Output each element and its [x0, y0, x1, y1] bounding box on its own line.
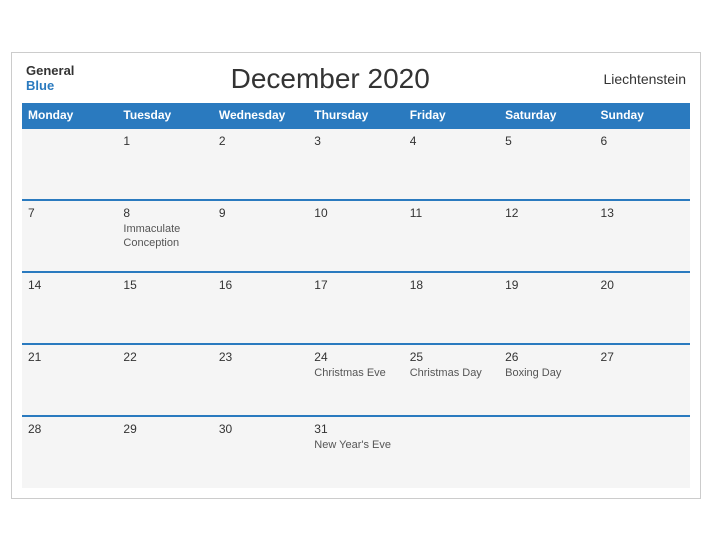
week-row-1: 123456: [22, 128, 690, 200]
day-number: 14: [28, 278, 111, 292]
calendar-cell: 13: [595, 200, 690, 272]
weekday-header-saturday: Saturday: [499, 103, 594, 128]
week-row-3: 14 15 16 17 18 19 20: [22, 272, 690, 344]
calendar-cell: 19: [499, 272, 594, 344]
calendar-cell: 17: [308, 272, 403, 344]
day-number: 25: [410, 350, 493, 364]
calendar-table: MondayTuesdayWednesdayThursdayFridaySatu…: [22, 103, 690, 488]
day-number: 3: [314, 134, 397, 148]
day-number: 24: [314, 350, 397, 364]
day-number: 6: [601, 134, 684, 148]
calendar-cell: 25 Christmas Day: [404, 344, 499, 416]
calendar-cell: 23: [213, 344, 308, 416]
day-number: 11: [410, 206, 493, 220]
day-number: 29: [123, 422, 206, 436]
week-row-4: 21 22 23 24 Christmas Eve 25 Christmas Day 26 Bo…: [22, 344, 690, 416]
calendar-cell: 21: [22, 344, 117, 416]
calendar-cell: 4: [404, 128, 499, 200]
calendar-cell: 16: [213, 272, 308, 344]
calendar-cell: 28: [22, 416, 117, 488]
calendar-cell: 20: [595, 272, 690, 344]
calendar-cell: 29: [117, 416, 212, 488]
day-number: 27: [601, 350, 684, 364]
calendar-cell: 2: [213, 128, 308, 200]
day-number: 21: [28, 350, 111, 364]
calendar-cell: 12: [499, 200, 594, 272]
week-row-2: 78 Immaculate Conception 9 10 11 12 13: [22, 200, 690, 272]
logo-blue-label: Blue: [26, 79, 54, 93]
day-number: 16: [219, 278, 302, 292]
calendar-cell: [595, 416, 690, 488]
calendar-cell: 6: [595, 128, 690, 200]
calendar-cell: 26 Boxing Day: [499, 344, 594, 416]
calendar-cell: 24 Christmas Eve: [308, 344, 403, 416]
calendar-cell: 15: [117, 272, 212, 344]
calendar-cell: 22: [117, 344, 212, 416]
calendar-cell: 7: [22, 200, 117, 272]
calendar-cell: 5: [499, 128, 594, 200]
day-number: 26: [505, 350, 588, 364]
calendar-cell: 3: [308, 128, 403, 200]
day-number: 1: [123, 134, 206, 148]
day-number: 23: [219, 350, 302, 364]
day-number: 28: [28, 422, 111, 436]
calendar-cell: 30: [213, 416, 308, 488]
calendar-cell: [404, 416, 499, 488]
day-number: 30: [219, 422, 302, 436]
calendar-cell: 31 New Year's Eve: [308, 416, 403, 488]
calendar-cell: 14: [22, 272, 117, 344]
weekday-header-thursday: Thursday: [308, 103, 403, 128]
weekday-header-monday: Monday: [22, 103, 117, 128]
weekday-header-tuesday: Tuesday: [117, 103, 212, 128]
calendar-cell: 27: [595, 344, 690, 416]
holiday-name: Christmas Day: [410, 366, 493, 380]
day-number: 5: [505, 134, 588, 148]
holiday-name: Christmas Eve: [314, 366, 397, 380]
calendar-cell: 10: [308, 200, 403, 272]
day-number: 13: [601, 206, 684, 220]
holiday-name: Boxing Day: [505, 366, 588, 380]
month-title: December 2020: [74, 63, 586, 95]
day-number: 22: [123, 350, 206, 364]
holiday-name: Immaculate Conception: [123, 222, 206, 251]
holiday-name: New Year's Eve: [314, 438, 397, 452]
day-number: 31: [314, 422, 397, 436]
day-number: 17: [314, 278, 397, 292]
day-number: 4: [410, 134, 493, 148]
calendar-header: General Blue December 2020 Liechtenstein: [22, 63, 690, 95]
day-number: 15: [123, 278, 206, 292]
logo-general-label: General: [26, 64, 74, 78]
country-label: Liechtenstein: [586, 71, 686, 87]
calendar-cell: 9: [213, 200, 308, 272]
calendar-cell: [499, 416, 594, 488]
day-number: 19: [505, 278, 588, 292]
header-row: MondayTuesdayWednesdayThursdayFridaySatu…: [22, 103, 690, 128]
day-number: 18: [410, 278, 493, 292]
day-number: 8: [123, 206, 206, 220]
calendar-cell: [22, 128, 117, 200]
day-number: 20: [601, 278, 684, 292]
day-number: 2: [219, 134, 302, 148]
weekday-header-wednesday: Wednesday: [213, 103, 308, 128]
weekday-header-friday: Friday: [404, 103, 499, 128]
day-number: 7: [28, 206, 111, 220]
day-number: 9: [219, 206, 302, 220]
calendar-cell: 18: [404, 272, 499, 344]
week-row-5: 28 29 30 31 New Year's Eve: [22, 416, 690, 488]
calendar-cell: 11: [404, 200, 499, 272]
calendar-wrapper: General Blue December 2020 Liechtenstein…: [11, 52, 701, 499]
logo-block: General Blue: [26, 64, 74, 93]
calendar-cell: 1: [117, 128, 212, 200]
weekday-header-sunday: Sunday: [595, 103, 690, 128]
day-number: 10: [314, 206, 397, 220]
calendar-cell: 8 Immaculate Conception: [117, 200, 212, 272]
day-number: 12: [505, 206, 588, 220]
